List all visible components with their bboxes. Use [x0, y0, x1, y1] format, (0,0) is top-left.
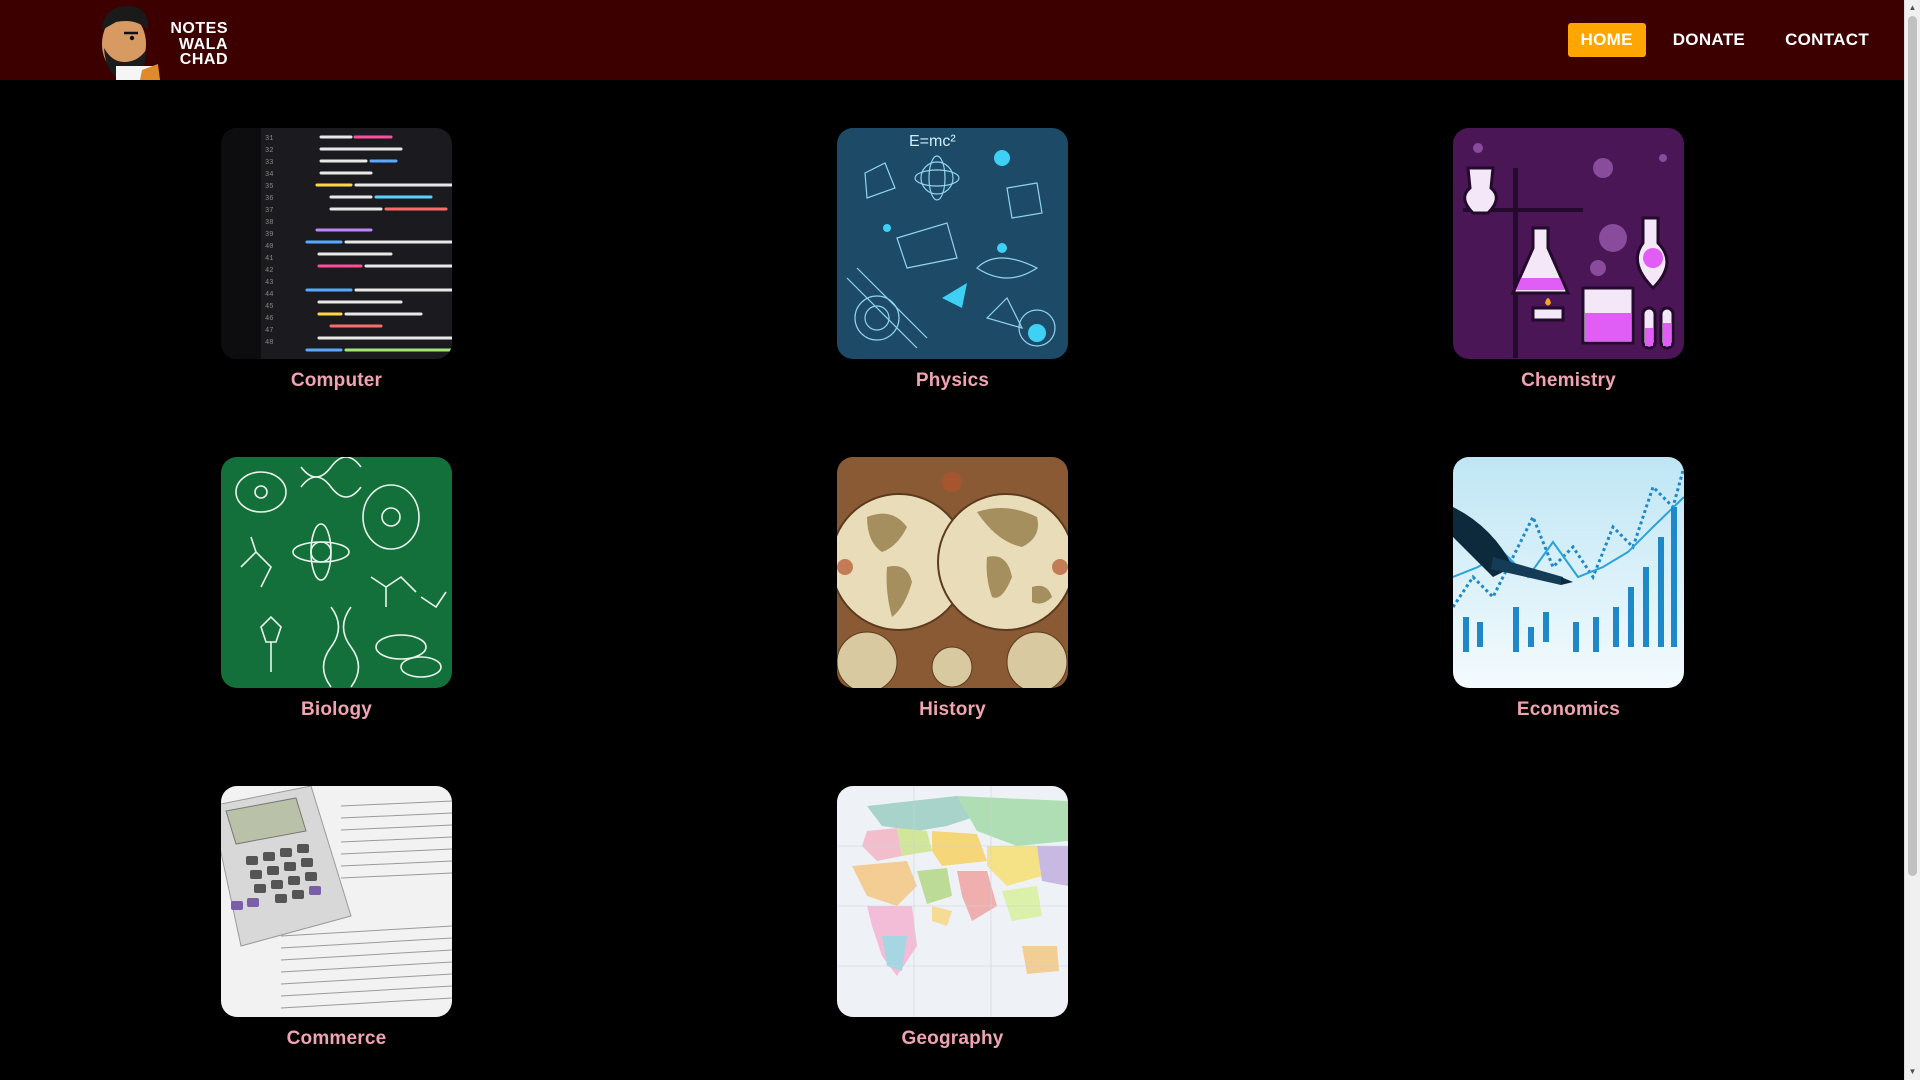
subject-card-physics[interactable]: E=mc² Physics: [837, 128, 1068, 392]
nav-donate-link[interactable]: DONATE: [1660, 23, 1758, 57]
scroll-down-arrow-icon[interactable]: ▼: [1905, 1064, 1920, 1080]
svg-text:47: 47: [265, 327, 273, 335]
subject-label-computer[interactable]: Computer: [221, 370, 452, 392]
lab-flasks-image[interactable]: [1453, 128, 1684, 359]
scrollbar-thumb[interactable]: [1908, 16, 1917, 876]
subject-label-economics[interactable]: Economics: [1453, 699, 1684, 721]
brand-line-2: WALA: [178, 35, 228, 53]
subject-label-history[interactable]: History: [837, 699, 1068, 721]
political-world-map-image[interactable]: [837, 786, 1068, 1017]
main-nav: HOME DONATE CONTACT: [1554, 23, 1882, 57]
subject-label-physics[interactable]: Physics: [837, 370, 1068, 392]
top-navbar: NOTES WALA CHAD HOME DONATE CONTACT: [0, 0, 1904, 80]
nav-contact-link[interactable]: CONTACT: [1772, 23, 1882, 57]
svg-text:44: 44: [265, 291, 273, 299]
subject-card-computer[interactable]: 31 32 33 34 35 36 37 38 39 40 41 42 43 44 45 46 47 4…: [221, 128, 452, 392]
subject-label-commerce[interactable]: Commerce: [221, 1028, 452, 1050]
code-screen-image[interactable]: 31 32 33 34 35 36 37 38 39 40 41 42 43 44 45 46 47 4…: [221, 128, 452, 359]
stock-chart-image[interactable]: [1453, 457, 1684, 688]
brand-line-3: CHAD: [179, 51, 228, 68]
svg-text:38: 38: [265, 219, 273, 227]
svg-text:36: 36: [265, 195, 273, 203]
svg-text:45: 45: [265, 303, 273, 311]
subject-card-chemistry[interactable]: Chemistry: [1453, 128, 1684, 392]
subject-card-biology[interactable]: Biology: [221, 457, 452, 721]
nav-home-link[interactable]: HOME: [1567, 23, 1646, 57]
brand-wordmark: NOTES WALA CHAD: [148, 21, 228, 68]
svg-text:48: 48: [265, 339, 273, 347]
brand-logo[interactable]: NOTES WALA CHAD: [94, 0, 228, 80]
subject-label-chemistry[interactable]: Chemistry: [1453, 370, 1684, 392]
svg-text:32: 32: [265, 147, 273, 155]
subject-label-biology[interactable]: Biology: [221, 699, 452, 721]
biology-chalkboard-image[interactable]: [221, 457, 452, 688]
svg-text:42: 42: [265, 267, 273, 275]
svg-text:37: 37: [265, 207, 273, 215]
subject-card-economics[interactable]: Economics: [1453, 457, 1684, 721]
antique-world-map-image[interactable]: [837, 457, 1068, 688]
svg-text:41: 41: [265, 255, 273, 263]
svg-text:33: 33: [265, 159, 273, 167]
brand-line-1: NOTES: [170, 20, 228, 37]
svg-text:43: 43: [265, 279, 273, 287]
subject-card-geography[interactable]: Geography: [837, 786, 1068, 1050]
svg-text:40: 40: [265, 243, 273, 251]
svg-text:31: 31: [265, 135, 273, 143]
svg-text:35: 35: [265, 183, 273, 191]
vertical-scrollbar[interactable]: ▲ ▼: [1904, 0, 1920, 1080]
subject-card-commerce[interactable]: Commerce: [221, 786, 452, 1050]
svg-text:39: 39: [265, 231, 273, 239]
svg-text:E=mc²: E=mc²: [909, 133, 956, 150]
scroll-up-arrow-icon[interactable]: ▲: [1905, 0, 1920, 16]
svg-text:46: 46: [265, 315, 273, 323]
calculator-documents-image[interactable]: [221, 786, 452, 1017]
svg-text:34: 34: [265, 171, 273, 179]
subject-label-geography[interactable]: Geography: [837, 1028, 1068, 1050]
subject-card-history[interactable]: History: [837, 457, 1068, 721]
physics-diagram-image[interactable]: E=mc²: [837, 128, 1068, 359]
